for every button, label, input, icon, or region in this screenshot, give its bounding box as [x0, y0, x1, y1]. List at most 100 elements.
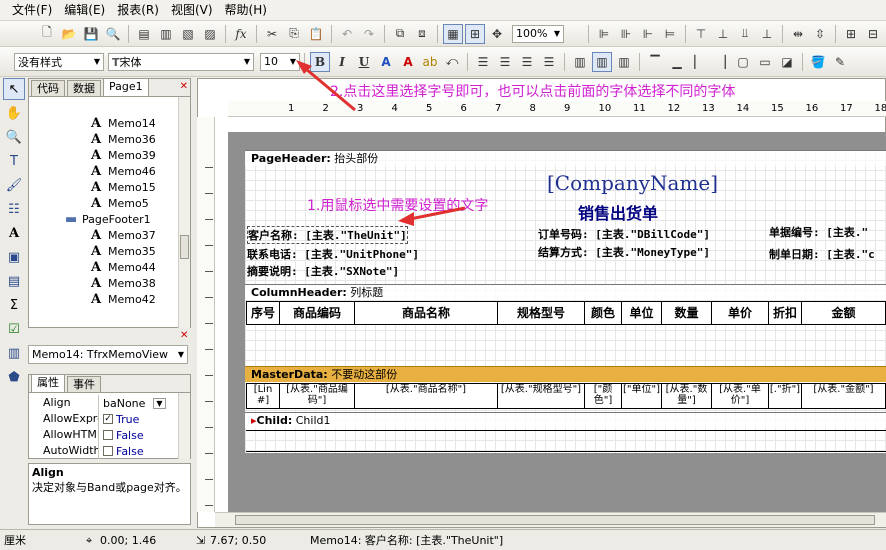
- rotation-icon[interactable]: ⤺: [442, 52, 462, 72]
- text-align-left-icon[interactable]: ☰: [473, 52, 493, 72]
- new-dialog-icon[interactable]: ▥: [156, 24, 176, 44]
- data-cell-memo[interactable]: ["单位"]: [622, 384, 662, 408]
- picture-tool-icon[interactable]: ▣: [3, 246, 25, 268]
- text-align-right-icon[interactable]: ☰: [517, 52, 537, 72]
- tree-item[interactable]: A Memo15: [91, 179, 156, 195]
- ungroup-icon[interactable]: ⧈: [412, 24, 432, 44]
- tree-item[interactable]: A Memo14: [91, 115, 156, 131]
- data-cell-memo[interactable]: [从表."金额"]: [802, 384, 886, 408]
- tree-scrollbar[interactable]: [178, 97, 190, 328]
- align-tops-icon[interactable]: ⊤: [691, 24, 711, 44]
- order-number-memo[interactable]: 订单号码: [主表."DBillCode"]: [538, 226, 710, 242]
- preview-icon[interactable]: 🔍: [103, 24, 123, 44]
- tree-item[interactable]: A Memo39: [91, 147, 156, 163]
- data-cell-memo[interactable]: [Lin #]: [247, 384, 280, 408]
- hand-tool-icon[interactable]: ✋: [3, 102, 25, 124]
- align-hcenter-icon[interactable]: ⊪: [616, 24, 636, 44]
- font-select[interactable]: T宋体 ▼: [108, 52, 254, 71]
- menu-view[interactable]: 视图(V): [165, 0, 219, 21]
- style-select[interactable]: 没有样式 ▼: [14, 52, 104, 71]
- tab-code[interactable]: 代码: [31, 80, 65, 96]
- column-header-cell[interactable]: 数量: [662, 302, 712, 324]
- column-header-cell[interactable]: 规格型号: [498, 302, 585, 324]
- band-master-data[interactable]: MasterData: 不要动这部份: [245, 366, 886, 382]
- align-grid-icon[interactable]: ⊞: [465, 23, 485, 44]
- data-cell-memo[interactable]: [从表."单价"]: [712, 384, 769, 408]
- menu-help[interactable]: 帮助(H): [219, 0, 273, 21]
- frame-all-icon[interactable]: ▢: [733, 52, 753, 72]
- company-name-memo[interactable]: [CompanyName]: [547, 171, 718, 195]
- center-vertically-icon[interactable]: ⫫: [735, 24, 755, 44]
- valign-center-icon[interactable]: ▥: [592, 51, 612, 72]
- checkbox[interactable]: [103, 446, 113, 456]
- inspector-scrollbar[interactable]: [178, 393, 190, 459]
- new-icon[interactable]: 🗋: [37, 24, 57, 44]
- fill-color-icon[interactable]: 🪣: [808, 52, 828, 72]
- font-settings-icon[interactable]: A: [376, 52, 396, 72]
- tree-item[interactable]: A Memo42: [91, 291, 156, 307]
- tree-item[interactable]: A Memo44: [91, 259, 156, 275]
- band-column-header[interactable]: ColumnHeader: 列标题: [245, 284, 886, 300]
- document-title-memo[interactable]: 销售出货单: [578, 200, 658, 224]
- tab-data[interactable]: 数据: [67, 80, 101, 96]
- tree-item[interactable]: A Memo5: [91, 195, 149, 211]
- align-right-edges-icon[interactable]: ⊨: [660, 24, 680, 44]
- column-header-cell[interactable]: 颜色: [585, 302, 622, 324]
- customer-name-memo[interactable]: 客户名称: [主表."TheUnit"]: [247, 226, 408, 244]
- data-cell-memo[interactable]: [."折"]: [769, 384, 802, 408]
- highlight-icon[interactable]: ab: [420, 52, 440, 72]
- group-icon[interactable]: ⧉: [390, 24, 410, 44]
- property-row[interactable]: Align baNone ▼: [29, 395, 166, 411]
- text-align-center-icon[interactable]: ☰: [495, 52, 515, 72]
- property-row[interactable]: AutoWidth False: [29, 443, 144, 459]
- checkbox[interactable]: [103, 430, 113, 440]
- tree-item[interactable]: ▬ PageFooter1: [65, 211, 151, 227]
- zoom-select[interactable]: 100% ▼: [512, 24, 564, 43]
- bold-button[interactable]: B: [310, 51, 330, 72]
- bill-number-memo[interactable]: 单据编号: [主表.": [769, 224, 868, 240]
- align-bottoms-icon[interactable]: ⊥: [757, 24, 777, 44]
- frame-color-icon[interactable]: ✎: [830, 52, 850, 72]
- save-icon[interactable]: 💾: [81, 24, 101, 44]
- scroll-thumb[interactable]: [235, 515, 875, 525]
- page-settings-icon[interactable]: ▨: [200, 24, 220, 44]
- close-icon[interactable]: ✕: [180, 330, 188, 341]
- summary-memo[interactable]: 摘要说明: [主表."SXNote"]: [247, 263, 399, 279]
- fx-icon[interactable]: fx: [231, 24, 251, 44]
- frame-bottom-icon[interactable]: ▁: [667, 52, 687, 72]
- tree-item[interactable]: A Memo46: [91, 163, 156, 179]
- checkbox[interactable]: ✓: [103, 414, 113, 424]
- column-header-cell[interactable]: 单价: [712, 302, 769, 324]
- column-header-cell[interactable]: 折扣: [769, 302, 802, 324]
- chevron-down-icon[interactable]: ▼: [153, 397, 166, 409]
- property-row[interactable]: AllowHTMLTa False: [29, 427, 144, 443]
- same-width-icon[interactable]: ⊞: [841, 24, 861, 44]
- property-value[interactable]: baNone ▼: [99, 397, 166, 410]
- text-justify-icon[interactable]: ☰: [539, 52, 559, 72]
- italic-button[interactable]: I: [332, 52, 352, 72]
- copy-icon[interactable]: ⎘: [284, 24, 304, 44]
- zoom-tool-icon[interactable]: 🔍: [3, 126, 25, 148]
- menu-file[interactable]: 文件(F): [6, 0, 58, 21]
- tree-item[interactable]: A Memo36: [91, 131, 156, 147]
- paste-icon[interactable]: 📋: [306, 24, 326, 44]
- phone-memo[interactable]: 联系电话: [主表."UnitPhone"]: [247, 246, 419, 262]
- property-value[interactable]: False: [99, 445, 144, 458]
- frame-none-icon[interactable]: ▭: [755, 52, 775, 72]
- sum-tool-icon[interactable]: Σ: [3, 294, 25, 316]
- band-tool-icon[interactable]: ☷: [3, 198, 25, 220]
- menu-edit[interactable]: 编辑(E): [58, 0, 111, 21]
- tree-item[interactable]: A Memo38: [91, 275, 156, 291]
- open-icon[interactable]: 📂: [59, 24, 79, 44]
- horizontal-scrollbar[interactable]: [215, 512, 886, 527]
- text-tool-icon[interactable]: T: [3, 150, 25, 172]
- fit-grid-icon[interactable]: ✥: [487, 24, 507, 44]
- space-horizontally-icon[interactable]: ⇹: [788, 24, 808, 44]
- redo-icon[interactable]: ↷: [359, 24, 379, 44]
- align-left-edges-icon[interactable]: ⊫: [594, 24, 614, 44]
- memo-tool-icon[interactable]: A: [3, 222, 25, 244]
- property-row[interactable]: AllowExpress✓True: [29, 411, 139, 427]
- space-vertically-icon[interactable]: ⇳: [810, 24, 830, 44]
- frame-left-icon[interactable]: ▏: [689, 52, 709, 72]
- data-cell-memo[interactable]: [从表."数量"]: [662, 384, 712, 408]
